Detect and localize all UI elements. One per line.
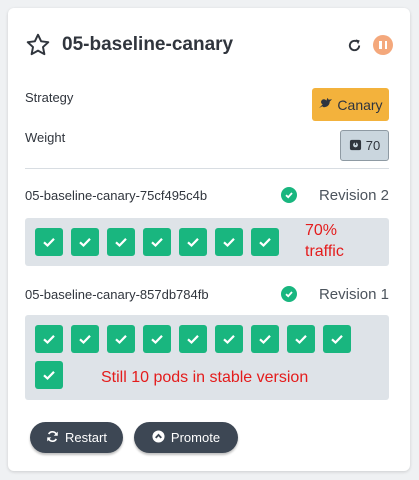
healthy-check-icon — [280, 286, 297, 302]
rollout-title: 05-baseline-canary — [62, 34, 234, 55]
weight-label: Weight — [25, 130, 66, 145]
restart-label: Restart — [65, 430, 107, 445]
healthy-check-icon — [280, 187, 297, 203]
refresh-icon[interactable] — [345, 36, 363, 54]
pod-healthy[interactable] — [35, 361, 63, 389]
pod-healthy[interactable] — [107, 325, 135, 353]
promote-button[interactable]: Promote — [134, 422, 238, 453]
divider — [25, 168, 389, 169]
rollout-card: 05-baseline-canary Strategy Canary Weigh… — [8, 8, 410, 471]
pod-healthy[interactable] — [179, 228, 207, 256]
pod-healthy[interactable] — [179, 325, 207, 353]
pod-healthy[interactable] — [143, 325, 171, 353]
weight-icon — [349, 138, 362, 154]
strategy-badge: Canary — [312, 88, 389, 121]
pod-annotation: 70% traffic — [305, 222, 344, 260]
canary-bird-icon — [318, 96, 333, 113]
pod-healthy[interactable] — [251, 325, 279, 353]
pod-healthy[interactable] — [287, 325, 315, 353]
strategy-label: Strategy — [25, 90, 74, 105]
replicaset-name: 05-baseline-canary-857db784fb — [25, 286, 209, 302]
pod-healthy[interactable] — [71, 228, 99, 256]
pod-healthy[interactable] — [35, 228, 63, 256]
restart-icon — [46, 430, 59, 446]
replicaset-header: 05-baseline-canary-75cf495c4b Revision 2 — [25, 185, 389, 205]
revision-label: Revision 1 — [318, 285, 389, 303]
pause-icon[interactable] — [373, 35, 393, 55]
weight-value: 70 — [365, 138, 381, 153]
weight-badge: 70 — [340, 130, 389, 161]
restart-button[interactable]: Restart — [30, 422, 123, 453]
strategy-value: Canary — [337, 96, 383, 113]
pod-healthy[interactable] — [71, 325, 99, 353]
pod-healthy[interactable] — [323, 325, 351, 353]
pod-healthy[interactable] — [107, 228, 135, 256]
pod-healthy[interactable] — [215, 325, 243, 353]
pod-healthy[interactable] — [215, 228, 243, 256]
pod-healthy[interactable] — [251, 228, 279, 256]
replicaset-header: 05-baseline-canary-857db784fb Revision 1 — [25, 284, 389, 304]
promote-icon — [152, 429, 165, 446]
promote-label: Promote — [170, 430, 221, 445]
pod-group: 70% traffic — [25, 218, 389, 266]
pod-annotation: Still 10 pods in stable version — [101, 369, 309, 386]
replicaset-name: 05-baseline-canary-75cf495c4b — [25, 187, 208, 203]
rollout-header: 05-baseline-canary — [25, 30, 393, 60]
pod-group: Still 10 pods in stable version — [25, 315, 389, 400]
pod-healthy[interactable] — [35, 325, 63, 353]
pod-healthy[interactable] — [143, 228, 171, 256]
star-icon[interactable] — [25, 32, 51, 58]
revision-label: Revision 2 — [318, 186, 389, 204]
